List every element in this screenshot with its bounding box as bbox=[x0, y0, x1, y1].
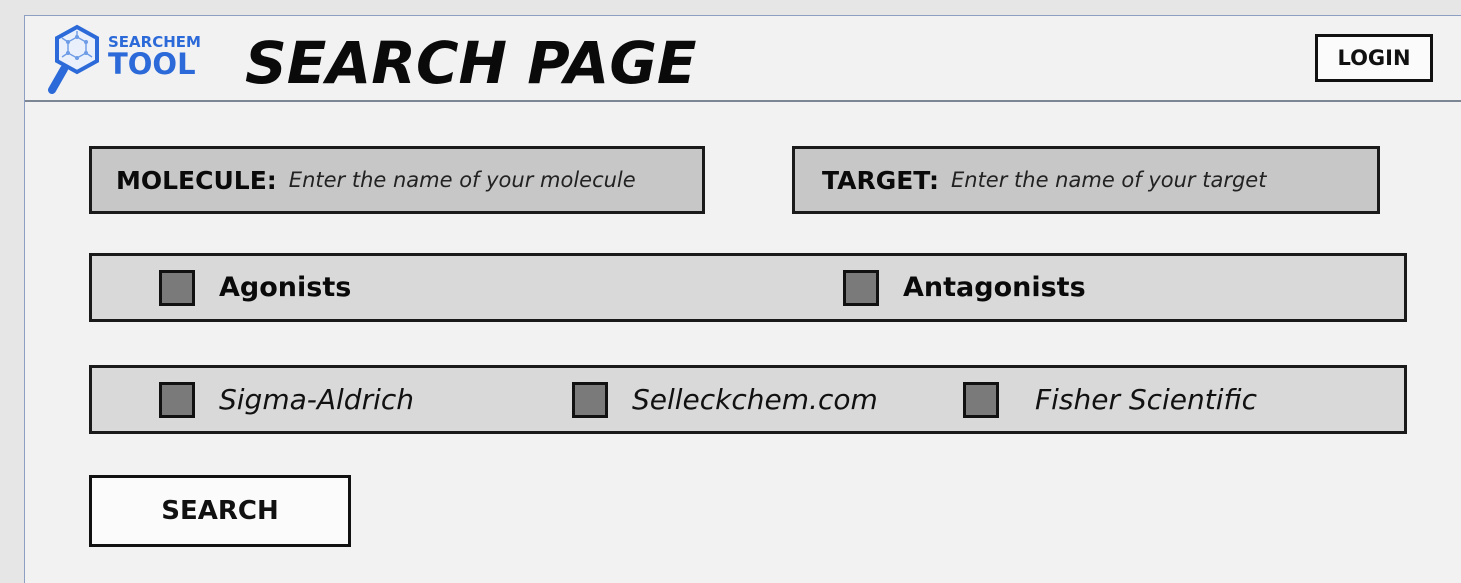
page-title: SEARCH PAGE bbox=[245, 29, 697, 97]
searchem-logo[interactable]: SEARCHEM TOOL bbox=[47, 24, 217, 96]
fisher-scientific-label: Fisher Scientific bbox=[1035, 383, 1258, 416]
sigma-aldrich-label: Sigma-Aldrich bbox=[219, 383, 415, 416]
fisher-scientific-checkbox[interactable] bbox=[963, 381, 999, 418]
selleckchem-checkbox[interactable] bbox=[572, 381, 608, 418]
header: SEARCHEM TOOL SEARCH PAGE LOGIN bbox=[25, 16, 1461, 102]
search-button[interactable]: SEARCH bbox=[89, 475, 351, 547]
antagonists-checkbox[interactable] bbox=[843, 269, 879, 306]
login-button[interactable]: LOGIN bbox=[1315, 34, 1433, 82]
molecule-input[interactable]: MOLECULE: Enter the name of your molecul… bbox=[89, 146, 705, 214]
target-input[interactable]: TARGET: Enter the name of your target bbox=[792, 146, 1380, 214]
molecule-label: MOLECULE: bbox=[116, 165, 277, 195]
sigma-aldrich-option[interactable]: Sigma-Aldrich bbox=[159, 368, 414, 431]
logo-text-bottom: TOOL bbox=[108, 47, 196, 81]
antagonists-option[interactable]: Antagonists bbox=[843, 256, 1086, 319]
agonists-checkbox[interactable] bbox=[159, 269, 195, 306]
antagonists-label: Antagonists bbox=[903, 272, 1086, 303]
molecule-placeholder: Enter the name of your molecule bbox=[288, 168, 636, 192]
agonists-label: Agonists bbox=[219, 272, 352, 303]
target-placeholder: Enter the name of your target bbox=[951, 168, 1267, 192]
sigma-aldrich-checkbox[interactable] bbox=[159, 381, 195, 418]
selleckchem-option[interactable]: Selleckchem.com bbox=[572, 368, 878, 431]
agonists-option[interactable]: Agonists bbox=[159, 256, 351, 319]
molecule-magnifier-icon bbox=[48, 24, 99, 94]
activity-filter-bar: Agonists Antagonists bbox=[89, 253, 1407, 322]
app-frame: SEARCHEM TOOL SEARCH PAGE LOGIN MOLECULE… bbox=[24, 15, 1461, 583]
fisher-scientific-option[interactable]: Fisher Scientific bbox=[963, 368, 1257, 431]
selleckchem-label: Selleckchem.com bbox=[632, 383, 878, 416]
target-label: TARGET: bbox=[822, 165, 939, 195]
supplier-filter-bar: Sigma-Aldrich Selleckchem.com Fisher Sci… bbox=[89, 365, 1407, 434]
